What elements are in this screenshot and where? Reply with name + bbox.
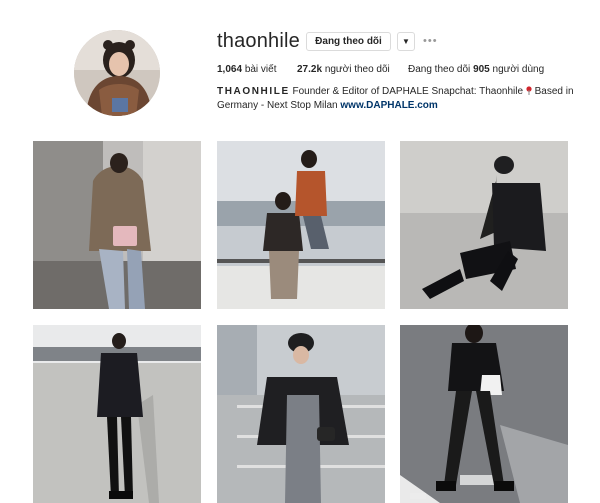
posts-count: 1,064: [217, 64, 243, 75]
location-pin-icon: [526, 86, 532, 95]
chevron-down-icon: ▼: [402, 37, 410, 46]
followers-count: 27.2k: [297, 64, 323, 75]
post-image: [33, 141, 201, 309]
post-image: [400, 141, 568, 309]
posts-label: bài viết: [244, 64, 277, 75]
following-button[interactable]: Đang theo dõi: [306, 32, 391, 51]
followers-stat[interactable]: 27.2k người theo dõi: [297, 64, 390, 75]
bio-name: THAONHILE: [217, 86, 290, 97]
follow-dropdown-button[interactable]: ▼: [397, 32, 415, 51]
posts-stat: 1,064 bài viết: [217, 64, 277, 75]
post-image: [217, 325, 385, 503]
post-tile[interactable]: [217, 141, 385, 309]
profile-bio: THAONHILE Founder & Editor of DAPHALE Sn…: [217, 85, 577, 113]
post-image: [33, 325, 201, 503]
bio-text: Founder & Editor of DAPHALE Snapchat: Th…: [292, 86, 524, 97]
post-tile[interactable]: [400, 325, 568, 503]
following-prefix: Đang theo dõi: [408, 64, 471, 75]
more-options-icon: •••: [423, 35, 438, 47]
following-count: 905: [473, 64, 490, 75]
more-options-button[interactable]: •••: [423, 33, 441, 49]
following-suffix: người dùng: [492, 64, 545, 75]
post-tile[interactable]: [217, 325, 385, 503]
post-tile[interactable]: [33, 325, 201, 503]
profile-avatar[interactable]: [74, 30, 160, 116]
following-stat[interactable]: Đang theo dõi 905 người dùng: [408, 64, 544, 75]
post-tile[interactable]: [400, 141, 568, 309]
posts-grid: [33, 141, 569, 503]
followers-label: người theo dõi: [324, 64, 390, 75]
post-image: [400, 325, 568, 503]
avatar-image: [74, 30, 160, 116]
bio-website-link[interactable]: www.DAPHALE.com: [340, 100, 437, 111]
post-image: [217, 141, 385, 309]
profile-username: thaonhile: [217, 30, 300, 52]
post-tile[interactable]: [33, 141, 201, 309]
